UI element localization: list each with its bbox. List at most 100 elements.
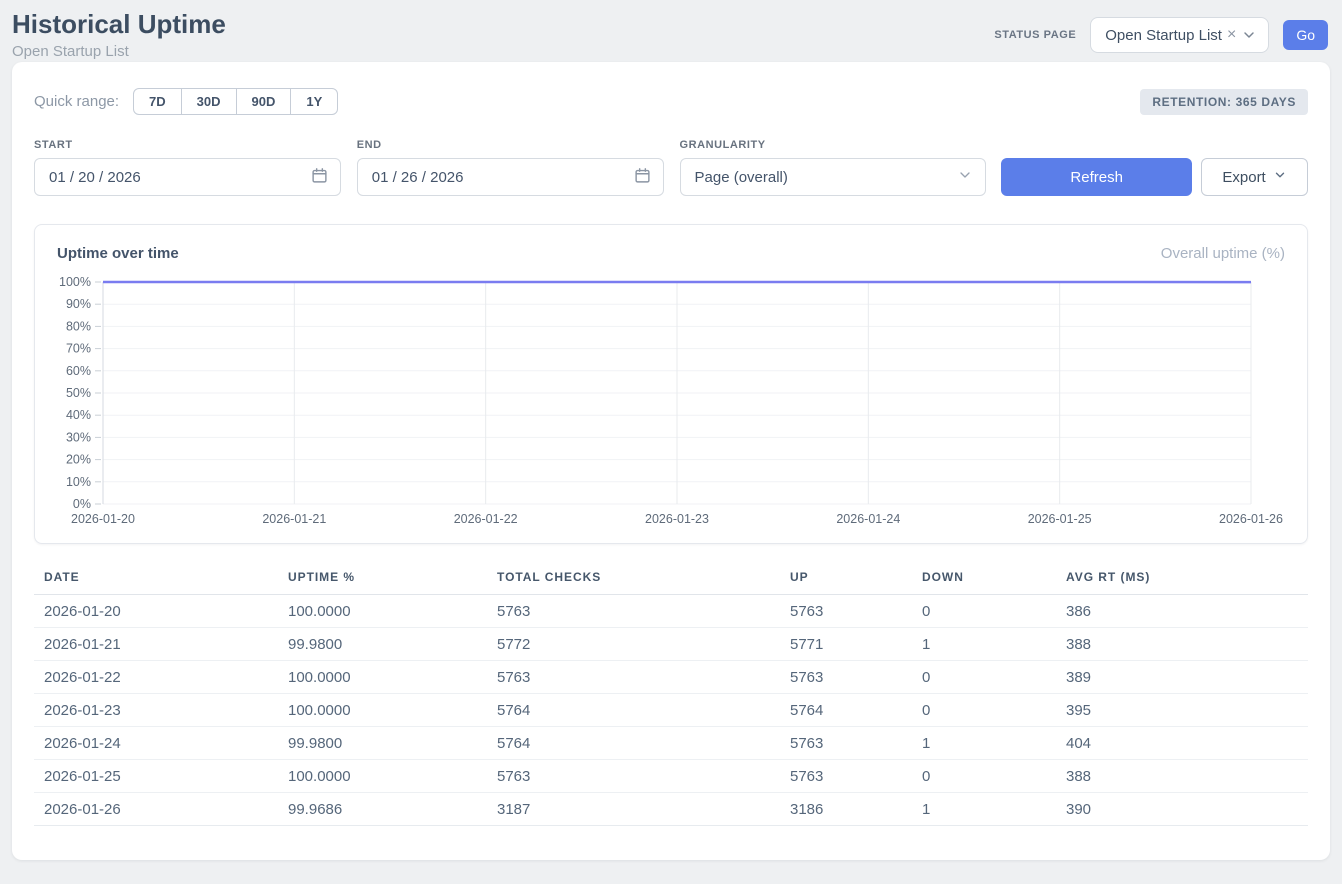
end-date-value: 01 / 26 / 2026 [372,169,464,186]
start-date-field: START 01 / 20 / 2026 [34,139,341,196]
uptime-table-body: 2026-01-20100.00005763576303862026-01-21… [34,595,1308,826]
chevron-down-icon [957,167,973,187]
status-page-select-value: Open Startup List [1105,27,1222,44]
y-axis-tick-label: 40% [66,408,91,422]
table-cell: 5763 [487,595,780,628]
start-date-input[interactable]: 01 / 20 / 2026 [34,158,341,196]
uptime-table-head: DATEUPTIME %TOTAL CHECKSUPDOWNAVG RT (MS… [34,566,1308,595]
start-date-value: 01 / 20 / 2026 [49,169,141,186]
page-heading-block: Historical Uptime Open Startup List [12,10,226,60]
table-cell: 386 [1056,595,1308,628]
table-cell: 389 [1056,661,1308,694]
page-header: Historical Uptime Open Startup List STAT… [0,0,1342,62]
table-cell: 2026-01-24 [34,727,278,760]
table-cell: 3187 [487,793,780,826]
chevron-down-icon [1241,27,1257,43]
x-axis-tick-label: 2026-01-21 [262,512,326,526]
table-cell: 5763 [780,760,912,793]
uptime-line-chart: 0%10%20%30%40%50%60%70%80%90%100%2026-01… [57,272,1285,535]
status-page-select[interactable]: Open Startup List × [1090,17,1269,53]
refresh-button[interactable]: Refresh [1001,158,1192,196]
table-row: 2026-01-25100.0000576357630388 [34,760,1308,793]
table-row: 2026-01-2499.9800576457631404 [34,727,1308,760]
table-cell: 3186 [780,793,912,826]
table-cell: 388 [1056,628,1308,661]
x-axis-tick-label: 2026-01-26 [1219,512,1283,526]
table-cell: 395 [1056,694,1308,727]
y-axis-tick-label: 70% [66,342,91,356]
table-cell: 388 [1056,760,1308,793]
main-panel: Quick range: 7D30D90D1Y RETENTION: 365 D… [12,62,1330,860]
table-cell: 5763 [487,661,780,694]
y-axis-tick-label: 0% [73,497,91,511]
granularity-field: GRANULARITY Page (overall) [680,139,987,196]
table-cell: 1 [912,793,1056,826]
chart-legend: Overall uptime (%) [1161,245,1285,262]
x-axis-tick-label: 2026-01-22 [454,512,518,526]
table-cell: 99.9800 [278,628,487,661]
end-date-field: END 01 / 26 / 2026 [357,139,664,196]
y-axis-tick-label: 80% [66,319,91,333]
y-axis-tick-label: 100% [59,275,91,289]
table-cell: 5763 [780,595,912,628]
table-cell: 100.0000 [278,661,487,694]
chart-svg: 0%10%20%30%40%50%60%70%80%90%100%2026-01… [57,272,1285,530]
table-cell: 2026-01-21 [34,628,278,661]
go-button[interactable]: Go [1283,20,1328,50]
table-row: 2026-01-20100.0000576357630386 [34,595,1308,628]
table-row: 2026-01-2199.9800577257711388 [34,628,1308,661]
table-row: 2026-01-2699.9686318731861390 [34,793,1308,826]
quick-range-group: 7D30D90D1Y [133,88,338,115]
clear-x-icon[interactable]: × [1227,27,1236,43]
x-axis-tick-label: 2026-01-25 [1028,512,1092,526]
quick-range-30d-button[interactable]: 30D [181,88,237,115]
chart-header: Uptime over time Overall uptime (%) [57,245,1285,262]
status-page-label: STATUS PAGE [994,29,1076,41]
column-header: UP [780,566,912,595]
table-cell: 99.9800 [278,727,487,760]
column-header: DOWN [912,566,1056,595]
y-axis-tick-label: 20% [66,453,91,467]
page-title: Historical Uptime [12,10,226,40]
y-axis-tick-label: 60% [66,364,91,378]
quick-range-7d-button[interactable]: 7D [133,88,182,115]
calendar-icon[interactable] [311,167,328,188]
quick-range-label: Quick range: [34,93,119,110]
table-cell: 5763 [780,661,912,694]
end-date-label: END [357,139,664,151]
end-date-input[interactable]: 01 / 26 / 2026 [357,158,664,196]
table-cell: 0 [912,595,1056,628]
quick-range-1y-button[interactable]: 1Y [290,88,338,115]
y-axis-tick-label: 50% [66,386,91,400]
table-cell: 2026-01-26 [34,793,278,826]
table-cell: 5764 [780,694,912,727]
export-button[interactable]: Export [1201,158,1308,196]
calendar-icon[interactable] [634,167,651,188]
table-cell: 2026-01-23 [34,694,278,727]
export-button-label: Export [1222,169,1265,186]
column-header: TOTAL CHECKS [487,566,780,595]
granularity-value: Page (overall) [695,169,788,186]
quick-range-90d-button[interactable]: 90D [236,88,292,115]
column-header: DATE [34,566,278,595]
column-header: UPTIME % [278,566,487,595]
table-cell: 100.0000 [278,694,487,727]
table-cell: 404 [1056,727,1308,760]
table-cell: 5763 [487,760,780,793]
y-axis-tick-label: 90% [66,297,91,311]
table-cell: 2026-01-22 [34,661,278,694]
table-cell: 100.0000 [278,595,487,628]
table-cell: 0 [912,694,1056,727]
granularity-select[interactable]: Page (overall) [680,158,987,196]
chevron-down-icon [1273,168,1287,186]
x-axis-tick-label: 2026-01-20 [71,512,135,526]
table-cell: 0 [912,760,1056,793]
quick-range-row: Quick range: 7D30D90D1Y RETENTION: 365 D… [34,88,1308,115]
table-cell: 5771 [780,628,912,661]
table-cell: 1 [912,628,1056,661]
filters-row: START 01 / 20 / 2026 END 01 / 26 / 2026 … [34,139,1308,196]
table-cell: 5772 [487,628,780,661]
page-subtitle: Open Startup List [12,43,226,60]
table-cell: 99.9686 [278,793,487,826]
y-axis-tick-label: 30% [66,430,91,444]
